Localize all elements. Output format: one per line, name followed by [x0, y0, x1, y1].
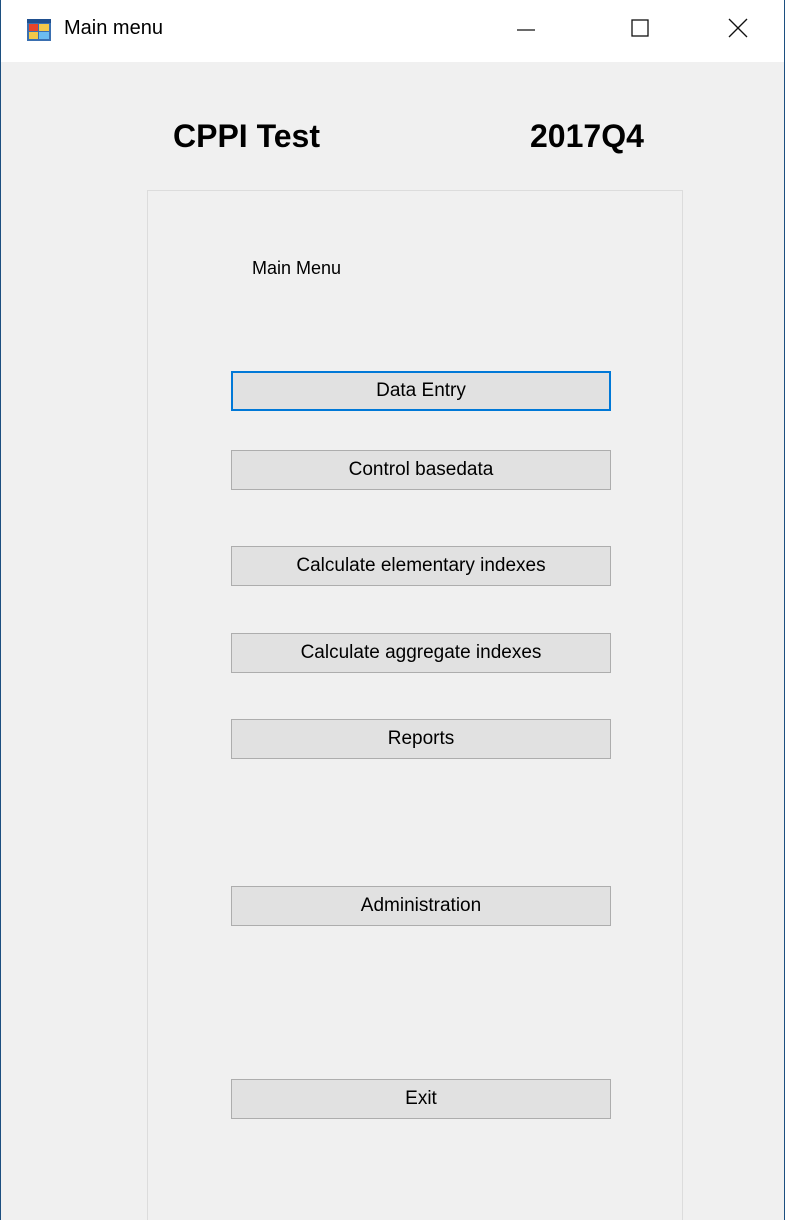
minimize-button[interactable]	[481, 0, 571, 60]
control-basedata-button[interactable]: Control basedata	[231, 450, 611, 490]
maximize-icon	[630, 18, 650, 43]
app-header-title: CPPI Test	[173, 118, 320, 154]
reports-button[interactable]: Reports	[231, 719, 611, 759]
main-menu-window: Main menu CPPI Test 2017Q4 Main Menu Dat…	[0, 0, 785, 1220]
period-label: 2017Q4	[530, 118, 644, 154]
close-button[interactable]	[693, 0, 783, 60]
close-icon	[727, 17, 749, 44]
calculate-elementary-indexes-button[interactable]: Calculate elementary indexes	[231, 546, 611, 586]
exit-button[interactable]: Exit	[231, 1079, 611, 1119]
app-icon	[26, 18, 52, 42]
window-title: Main menu	[64, 17, 163, 39]
administration-button[interactable]: Administration	[231, 886, 611, 926]
menu-heading: Main Menu	[252, 258, 342, 278]
maximize-button[interactable]	[595, 0, 685, 60]
menu-panel: Main Menu Data Entry Control basedata Ca…	[147, 190, 683, 1220]
data-entry-button[interactable]: Data Entry	[231, 371, 611, 411]
minimize-icon	[516, 18, 536, 43]
title-bar[interactable]: Main menu	[1, 0, 784, 62]
calculate-aggregate-indexes-button[interactable]: Calculate aggregate indexes	[231, 633, 611, 673]
client-area: CPPI Test 2017Q4 Main Menu Data Entry Co…	[1, 62, 784, 1220]
